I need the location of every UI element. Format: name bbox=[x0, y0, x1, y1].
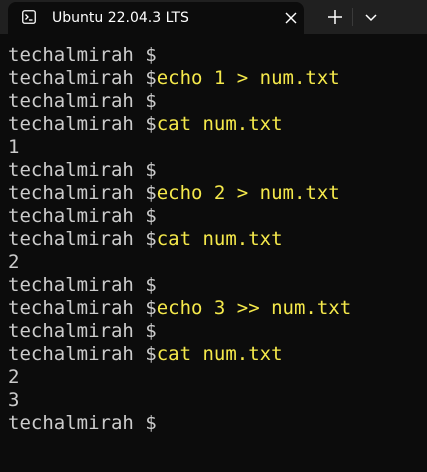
command-text: echo 1 > num.txt bbox=[156, 67, 340, 89]
command-text: cat num.txt bbox=[156, 228, 283, 250]
terminal-line: techalmirah $ bbox=[8, 159, 420, 182]
shell-prompt: techalmirah $ bbox=[8, 274, 157, 296]
terminal-line: techalmirah $echo 2 > num.txt bbox=[8, 182, 420, 205]
toolbar-divider bbox=[352, 8, 353, 26]
terminal-line: techalmirah $ bbox=[8, 90, 420, 113]
title-bar: Ubuntu 22.04.3 LTS bbox=[0, 0, 427, 34]
command-text: cat num.txt bbox=[156, 343, 283, 365]
terminal-output[interactable]: techalmirah $ techalmirah $echo 1 > num.t… bbox=[8, 44, 420, 464]
shell-prompt: techalmirah $ bbox=[8, 412, 157, 434]
shell-prompt: techalmirah $ bbox=[8, 90, 157, 112]
terminal-line: 2 bbox=[8, 251, 420, 274]
terminal-line: techalmirah $echo 1 > num.txt bbox=[8, 67, 420, 90]
terminal-line: techalmirah $ bbox=[8, 412, 420, 435]
shell-prompt: techalmirah $ bbox=[8, 44, 157, 66]
shell-prompt: techalmirah $ bbox=[8, 159, 157, 181]
command-output: 2 bbox=[8, 251, 20, 273]
shell-prompt: techalmirah $ bbox=[8, 343, 157, 365]
terminal-line: techalmirah $echo 3 >> num.txt bbox=[8, 297, 420, 320]
command-text: echo 3 >> num.txt bbox=[156, 297, 352, 319]
terminal-line: techalmirah $cat num.txt bbox=[8, 343, 420, 366]
tab-title: Ubuntu 22.04.3 LTS bbox=[52, 10, 189, 26]
terminal-line: 3 bbox=[8, 389, 420, 412]
shell-prompt: techalmirah $ bbox=[8, 228, 157, 250]
shell-prompt: techalmirah $ bbox=[8, 205, 157, 227]
terminal-line: techalmirah $cat num.txt bbox=[8, 228, 420, 251]
plus-icon bbox=[328, 10, 342, 24]
shell-prompt: techalmirah $ bbox=[8, 67, 157, 89]
terminal-line: techalmirah $ bbox=[8, 274, 420, 297]
terminal-line: 1 bbox=[8, 136, 420, 159]
new-tab-button[interactable] bbox=[320, 2, 350, 32]
command-text: echo 2 > num.txt bbox=[156, 182, 340, 204]
command-output: 2 bbox=[8, 366, 20, 388]
terminal-line: techalmirah $ bbox=[8, 320, 420, 343]
terminal-line: 2 bbox=[8, 366, 420, 389]
shell-prompt: techalmirah $ bbox=[8, 182, 157, 204]
close-icon[interactable] bbox=[284, 11, 298, 25]
shell-prompt: techalmirah $ bbox=[8, 297, 157, 319]
chevron-down-icon bbox=[365, 14, 377, 22]
terminal-line: techalmirah $cat num.txt bbox=[8, 113, 420, 136]
command-text: cat num.txt bbox=[156, 113, 283, 135]
terminal-line: techalmirah $ bbox=[8, 44, 420, 67]
tab-ubuntu[interactable]: Ubuntu 22.04.3 LTS bbox=[8, 2, 304, 34]
terminal-line: techalmirah $ bbox=[8, 205, 420, 228]
shell-prompt: techalmirah $ bbox=[8, 113, 157, 135]
command-output: 3 bbox=[8, 389, 20, 411]
shell-prompt: techalmirah $ bbox=[8, 320, 157, 342]
tab-dropdown-button[interactable] bbox=[356, 2, 386, 32]
terminal-window: Ubuntu 22.04.3 LTS techalmirah $ techalmi… bbox=[0, 0, 427, 472]
command-output: 1 bbox=[8, 136, 20, 158]
terminal-icon bbox=[22, 10, 36, 24]
